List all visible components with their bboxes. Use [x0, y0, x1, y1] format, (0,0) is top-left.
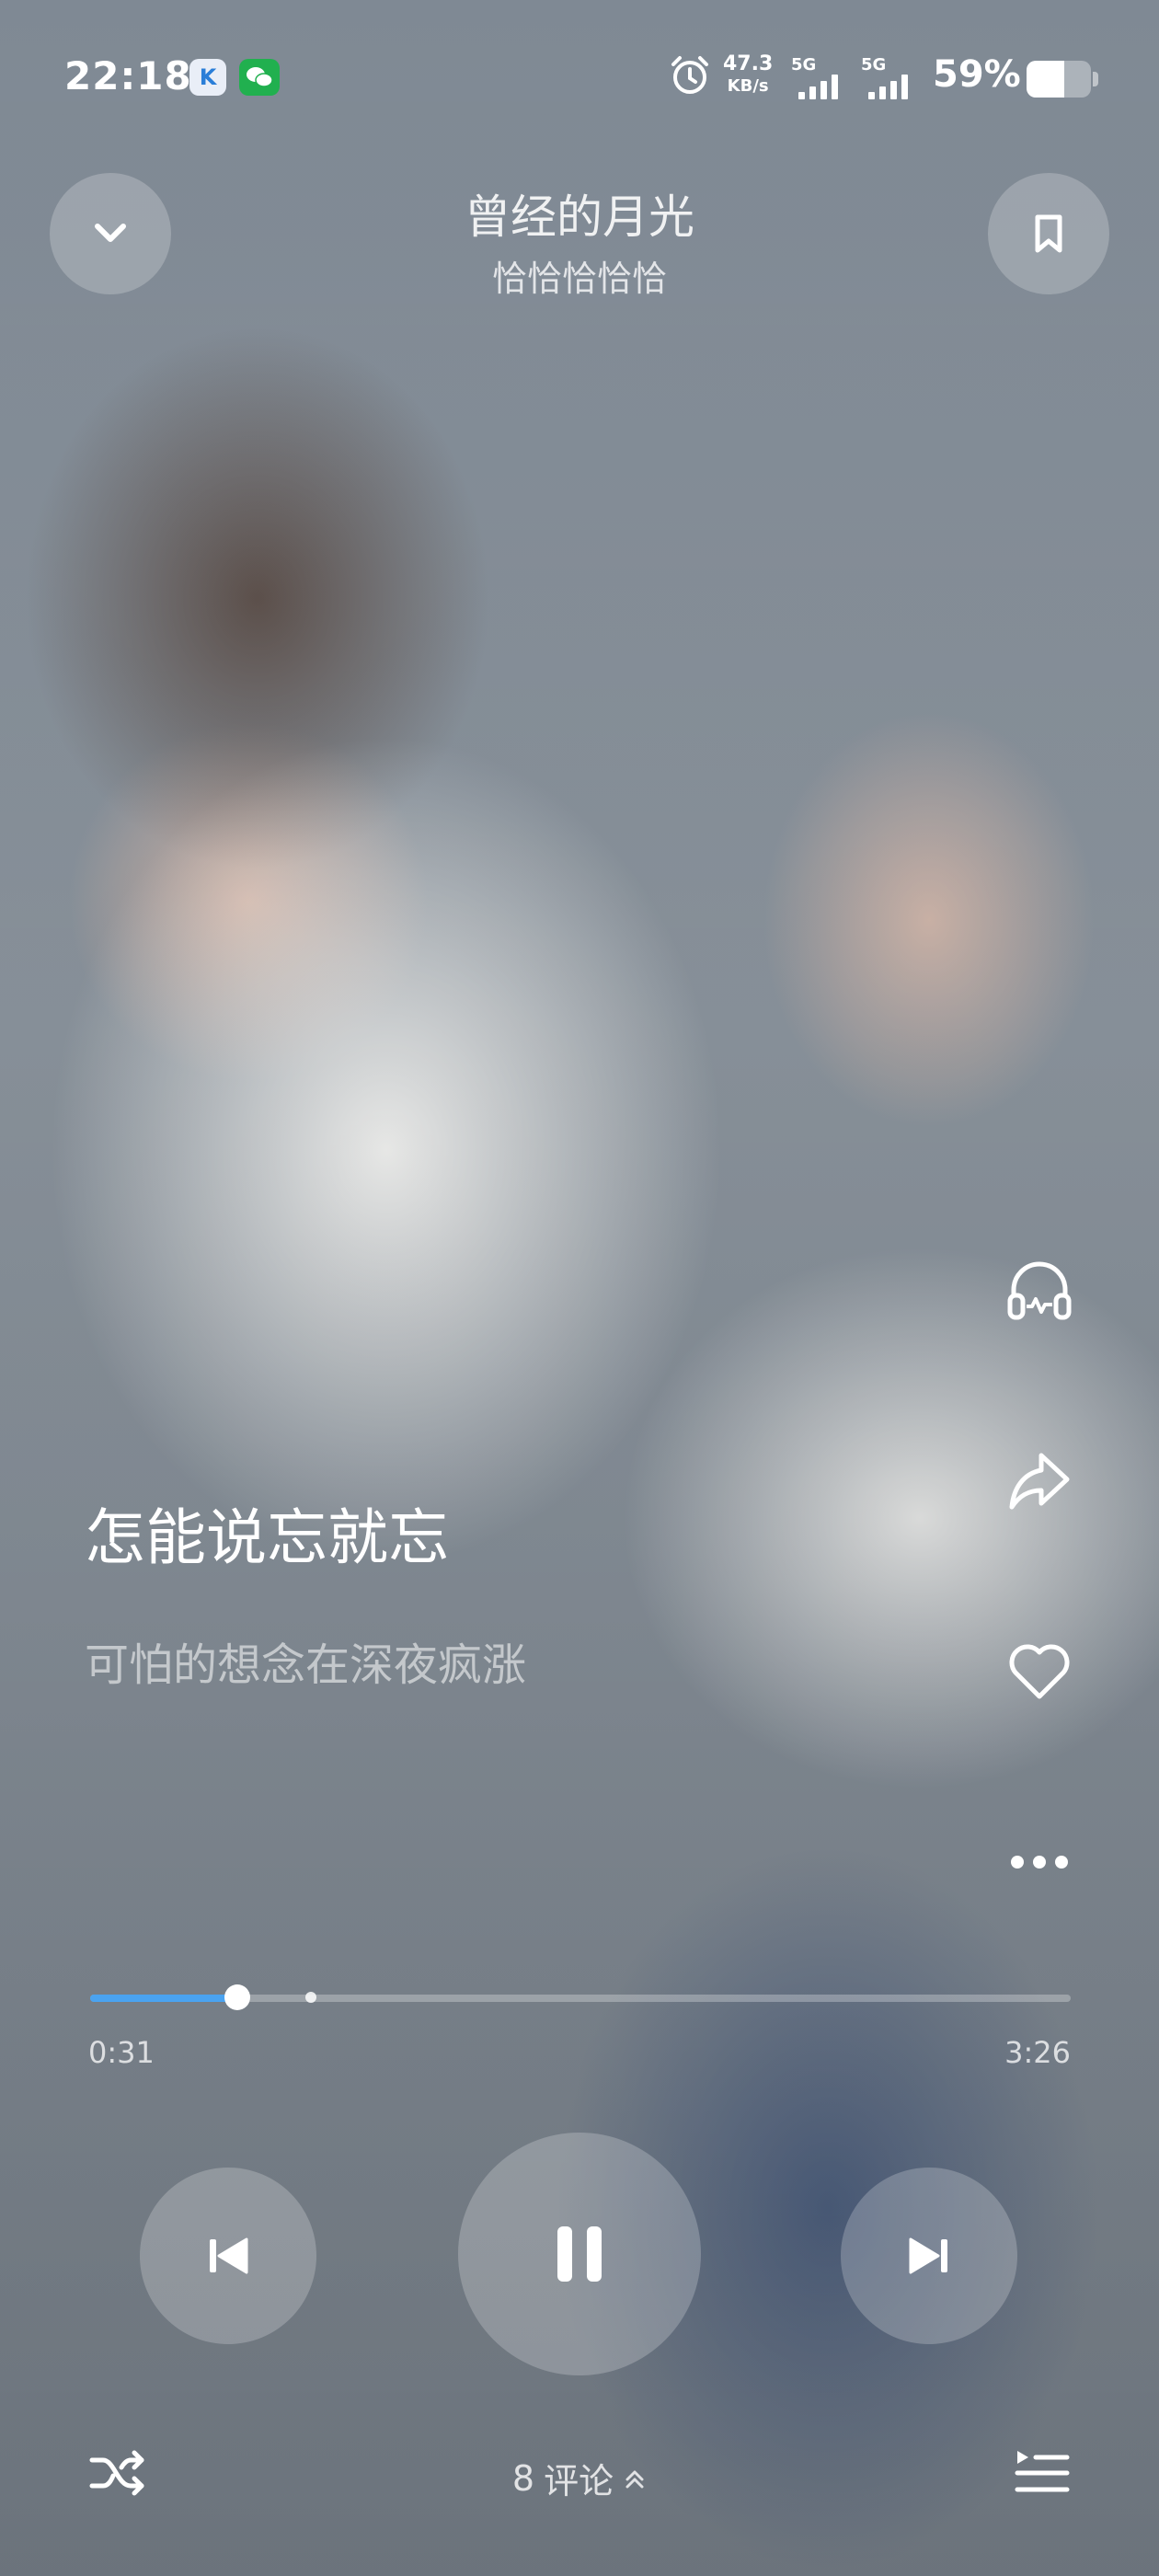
comment-count: 8	[511, 2457, 535, 2499]
skip-previous-icon	[210, 2237, 248, 2274]
progress-bar[interactable]	[90, 1984, 1071, 2010]
previous-button[interactable]	[140, 2168, 316, 2344]
collapse-button[interactable]	[50, 173, 171, 294]
k-app-icon: K	[189, 59, 226, 96]
sim1-signal-bars-icon	[798, 72, 838, 99]
wechat-icon	[239, 59, 280, 96]
song-title: 曾经的月光	[465, 190, 694, 244]
share-button[interactable]	[1003, 1444, 1076, 1518]
shuffle-button[interactable]	[81, 2436, 155, 2510]
pause-button[interactable]	[458, 2133, 701, 2375]
next-button[interactable]	[841, 2168, 1017, 2344]
headphones-icon	[1007, 1261, 1072, 1320]
lyric-next-line[interactable]: 可怕的想念在深夜疯涨	[85, 1628, 526, 1693]
playlist-button[interactable]	[1004, 2436, 1078, 2510]
alarm-icon	[668, 53, 712, 98]
comment-label: 评论	[544, 2461, 614, 2501]
network-speed-value: 47.3	[723, 52, 774, 75]
song-artist[interactable]: 恰恰恰恰恰	[304, 250, 855, 301]
like-button[interactable]	[1003, 1634, 1076, 1708]
status-bar: 22:18 K 47.3 KB/s 5G 5G 59%	[0, 46, 1159, 110]
battery-level-fill	[1027, 61, 1065, 98]
total-time: 3:26	[1004, 2035, 1071, 2070]
bookmark-icon	[1035, 214, 1062, 253]
lyric-current-line[interactable]: 怎能说忘就忘	[85, 1489, 449, 1577]
sim1-signal: 5G	[791, 55, 855, 99]
skip-next-icon	[909, 2237, 947, 2274]
more-button[interactable]	[1003, 1825, 1076, 1899]
pause-icon	[557, 2226, 602, 2282]
chevron-down-icon	[95, 224, 126, 242]
share-icon	[1009, 1453, 1070, 1510]
progress-thumb[interactable]	[224, 1984, 250, 2010]
comments-button[interactable]: 8 评论	[497, 2453, 662, 2503]
heart-icon	[1009, 1644, 1070, 1699]
sound-effect-button[interactable]	[1003, 1253, 1076, 1327]
battery-percent: 59%	[933, 53, 1021, 96]
shuffle-icon	[89, 2450, 144, 2496]
battery-tip	[1093, 72, 1098, 86]
progress-played	[90, 1995, 237, 2002]
battery-icon	[1027, 61, 1091, 98]
sim2-signal-bars-icon	[868, 72, 908, 99]
playlist-icon	[1015, 2451, 1070, 2492]
sim2-signal: 5G	[861, 55, 925, 99]
bookmark-button[interactable]	[988, 173, 1109, 294]
more-icon	[1011, 1856, 1068, 1869]
network-speed: 47.3 KB/s	[723, 53, 773, 98]
chevron-up-icon	[625, 2470, 644, 2488]
status-time: 22:18	[64, 53, 192, 98]
progress-buffer-marker	[304, 1992, 316, 2003]
network-speed-unit: KB/s	[727, 76, 769, 96]
current-time: 0:31	[88, 2035, 155, 2070]
